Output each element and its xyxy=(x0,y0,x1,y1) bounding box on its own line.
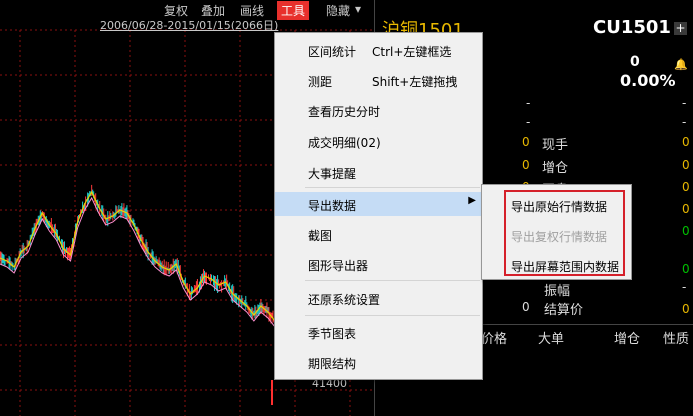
menu-item-export-data[interactable]: 导出数据 ▶ xyxy=(275,192,482,216)
quote-right-value: 0 xyxy=(682,135,690,149)
menu-item-shortcut: Ctrl+左键框选 xyxy=(372,45,452,59)
menu-item-label: 截图 xyxy=(308,229,333,243)
menu-item-term-structure[interactable]: 期限结构 xyxy=(275,350,482,374)
quote-label-settlement: 结算价 xyxy=(544,303,584,318)
quote-dash-4: - xyxy=(682,115,687,129)
menu-separator xyxy=(305,187,480,188)
menu-item-label: 还原系统设置 xyxy=(308,293,381,307)
menu-item-restore-settings[interactable]: 还原系统设置 xyxy=(275,286,482,310)
menu-item-label: 导出数据 xyxy=(308,199,357,213)
quote-label-add-position: 增仓 xyxy=(542,161,569,176)
menu-item-label: 季节图表 xyxy=(308,327,357,341)
quote-right-value: 0 xyxy=(682,180,690,194)
volume-bar xyxy=(271,380,273,405)
settlement-left-value: 0 xyxy=(522,300,530,314)
chart-toolbar: 复权 叠加 画线 工具 隐藏 ▾ xyxy=(0,0,372,20)
quote-dash-1: - xyxy=(526,96,531,110)
menu-item-measure-distance[interactable]: 测距 Shift+左键拖拽 xyxy=(275,68,482,92)
menu-separator xyxy=(305,280,480,281)
quote-extra-value: 0 xyxy=(682,262,690,276)
quote-extra-value: 0 xyxy=(682,302,690,316)
quote-left-value: 0 xyxy=(522,135,530,149)
menu-item-label: 图形导出器 xyxy=(308,259,369,273)
quote-dash-3: - xyxy=(526,115,531,129)
menu-item-label: 大事提醒 xyxy=(308,167,357,181)
contract-code: CU1501 xyxy=(593,17,671,38)
quote-extra-value: - xyxy=(682,280,687,294)
chevron-down-icon[interactable]: ▾ xyxy=(355,2,361,16)
header-add-position[interactable]: 增仓 xyxy=(614,328,640,347)
quote-label-amplitude: 振幅 xyxy=(544,284,571,299)
date-range-link[interactable]: 2006/06/28-2015/01/15(2066日) xyxy=(100,17,278,33)
quote-label-current-hand: 现手 xyxy=(542,138,569,153)
menu-item-shortcut: Shift+左键拖拽 xyxy=(372,75,458,89)
price-change-percent: 0.00% xyxy=(620,71,676,90)
moving-average-line xyxy=(0,190,276,322)
quote-right-value: 0 xyxy=(682,158,690,172)
tools-context-menu: 区间统计 Ctrl+左键框选 测距 Shift+左键拖拽 查看历史分时 成交明细… xyxy=(274,32,483,380)
menu-item-label: 查看历史分时 xyxy=(308,105,381,119)
submenu-arrow-icon: ▶ xyxy=(468,195,476,206)
menu-item-event-reminder[interactable]: 大事提醒 xyxy=(275,160,482,184)
menu-item-graphic-exporter[interactable]: 图形导出器 xyxy=(275,252,482,276)
menu-item-label: 成交明细(02) xyxy=(308,136,381,150)
menu-separator xyxy=(305,315,480,316)
quote-extra-value: 0 xyxy=(682,224,690,238)
header-price[interactable]: 价格 xyxy=(481,328,507,347)
hide-button[interactable]: 隐藏 xyxy=(326,2,350,19)
header-nature[interactable]: 性质 xyxy=(663,328,689,347)
header-big-order[interactable]: 大单 xyxy=(538,328,564,347)
quote-left-value: 0 xyxy=(522,158,530,172)
menu-item-season-chart[interactable]: 季节图表 xyxy=(275,320,482,344)
candlestick-series xyxy=(0,184,275,324)
menu-item-screenshot[interactable]: 截图 xyxy=(275,222,482,246)
menu-item-range-stats[interactable]: 区间统计 Ctrl+左键框选 xyxy=(275,38,482,62)
menu-item-history-timeshare[interactable]: 查看历史分时 xyxy=(275,98,482,122)
highlight-box xyxy=(504,190,625,276)
menu-item-trade-detail[interactable]: 成交明细(02) xyxy=(275,129,482,153)
menu-item-label: 测距 xyxy=(308,75,333,89)
tools-button[interactable]: 工具 xyxy=(277,1,310,20)
menu-item-label: 期限结构 xyxy=(308,357,357,371)
bell-icon[interactable]: 🔔 xyxy=(674,58,688,72)
price-change: 0 xyxy=(630,54,640,70)
menu-item-label: 区间统计 xyxy=(308,45,357,59)
quote-dash-2: - xyxy=(682,96,687,110)
add-icon[interactable]: + xyxy=(674,22,687,35)
quote-extra-value: 0 xyxy=(682,202,690,216)
